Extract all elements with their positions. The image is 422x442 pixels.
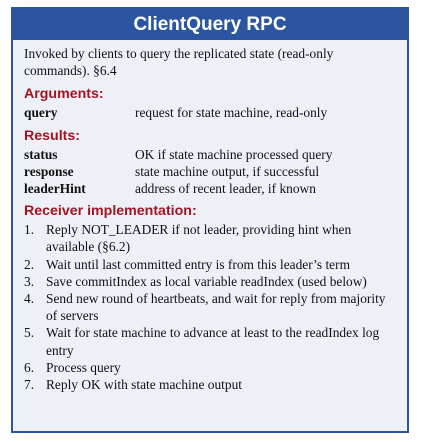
step-number: 5. (24, 325, 35, 341)
step-number: 4. (24, 291, 35, 307)
step-item: 2. Wait until last committed entry is fr… (24, 256, 397, 273)
result-name: leaderHint (24, 181, 86, 197)
step-item: 1. Reply NOT_LEADER if not leader, provi… (24, 221, 397, 255)
step-item: 4. Send new round of heartbeats, and wai… (24, 290, 397, 324)
step-text: Save commitIndex as local variable readI… (46, 273, 367, 289)
result-row: status OK if state machine processed que… (24, 146, 397, 163)
rpc-description: Invoked by clients to query the replicat… (24, 46, 334, 79)
step-text: Wait until last committed entry is from … (46, 256, 350, 272)
step-item: 5. Wait for state machine to advance at … (24, 324, 397, 358)
clientquery-rpc-card: ClientQuery RPC Invoked by clients to qu… (11, 7, 409, 433)
step-item: 6. Process query (24, 359, 397, 376)
step-text: Reply OK with state machine output (46, 377, 242, 393)
step-number: 3. (24, 273, 35, 289)
argument-desc: request for state machine, read-only (135, 105, 328, 121)
step-text: Reply NOT_LEADER if not leader, providin… (46, 222, 352, 255)
result-desc: address of recent leader, if known (135, 181, 316, 197)
step-number: 2. (24, 256, 35, 272)
step-number: 6. (24, 359, 35, 375)
step-text: Send new round of heartbeats, and wait f… (46, 291, 386, 324)
argument-name: query (24, 105, 58, 121)
step-text: Wait for state machine to advance at lea… (46, 325, 380, 358)
result-desc: state machine output, if successful (135, 163, 320, 179)
receiver-section: Receiver implementation: 1. Reply NOT_LE… (24, 203, 397, 393)
card-body: Invoked by clients to query the replicat… (13, 40, 407, 393)
receiver-steps: 1. Reply NOT_LEADER if not leader, provi… (24, 221, 397, 393)
arguments-title: Arguments: (24, 86, 104, 103)
step-number: 7. (24, 377, 35, 393)
card-title: ClientQuery RPC (13, 9, 407, 40)
results-section: Results: status OK if state machine proc… (24, 128, 397, 198)
results-title: Results: (24, 127, 80, 144)
argument-row: query request for state machine, read-on… (24, 104, 397, 121)
receiver-title: Receiver implementation: (24, 203, 197, 220)
arguments-section: Arguments: query request for state machi… (24, 86, 397, 121)
step-number: 1. (24, 222, 35, 238)
result-name: response (24, 163, 74, 179)
step-text: Process query (46, 359, 121, 375)
result-row: leaderHint address of recent leader, if … (24, 180, 397, 197)
step-item: 3. Save commitIndex as local variable re… (24, 273, 397, 290)
result-desc: OK if state machine processed query (135, 146, 333, 162)
result-name: status (24, 146, 58, 162)
result-row: response state machine output, if succes… (24, 163, 397, 180)
step-item: 7. Reply OK with state machine output (24, 376, 397, 393)
